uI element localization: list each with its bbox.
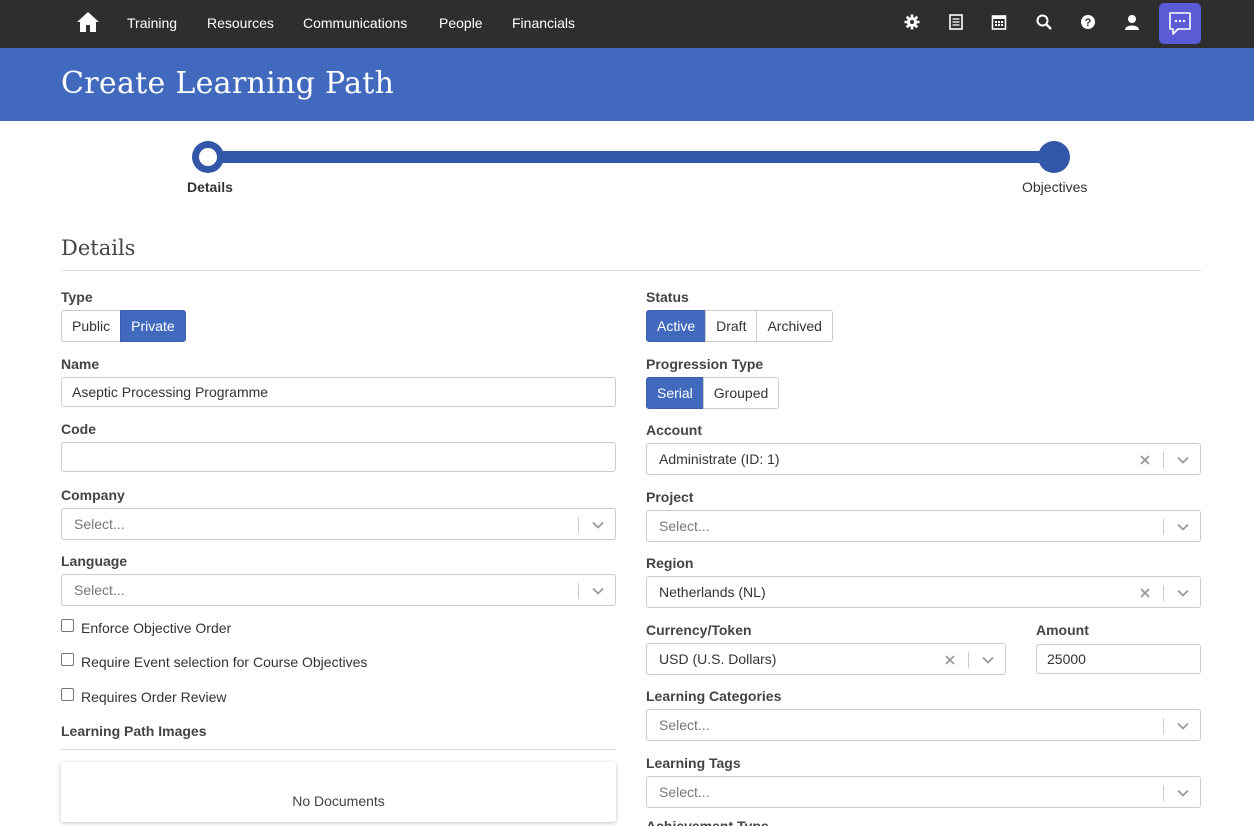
order-review-label: Requires Order Review — [81, 689, 227, 705]
status-active-button[interactable]: Active — [646, 310, 707, 342]
project-select[interactable]: Select... — [646, 510, 1201, 542]
chevron-down-icon[interactable] — [1176, 586, 1190, 600]
amount-input[interactable] — [1036, 644, 1201, 674]
stepper-track — [208, 151, 1054, 163]
categories-label: Learning Categories — [646, 688, 782, 704]
top-nav: Training Resources Communications People… — [0, 0, 1254, 48]
page-title: Create Learning Path — [61, 66, 395, 101]
step-details-label[interactable]: Details — [187, 179, 233, 195]
language-select[interactable]: Select... — [61, 574, 616, 606]
clear-icon[interactable] — [943, 653, 957, 667]
region-value: Netherlands (NL) — [659, 584, 766, 600]
tags-placeholder: Select... — [659, 784, 710, 800]
type-label: Type — [61, 289, 93, 305]
name-label: Name — [61, 356, 100, 372]
nav-financials[interactable]: Financials — [512, 15, 575, 31]
select-separator — [1163, 585, 1164, 601]
select-separator — [968, 652, 969, 668]
select-separator — [1163, 452, 1164, 468]
currency-select[interactable]: USD (U.S. Dollars) — [646, 643, 1006, 675]
step-objectives-label[interactable]: Objectives — [1022, 179, 1087, 195]
company-select[interactable]: Select... — [61, 508, 616, 540]
progression-label: Progression Type — [646, 356, 764, 372]
enforce-order-checkbox[interactable] — [61, 619, 74, 632]
chat-button[interactable] — [1159, 3, 1201, 44]
progression-serial-button[interactable]: Serial — [646, 377, 704, 409]
home-icon[interactable] — [76, 10, 100, 34]
step-details-marker[interactable] — [192, 141, 224, 173]
type-private-button[interactable]: Private — [120, 310, 186, 342]
account-value: Administrate (ID: 1) — [659, 451, 780, 467]
project-placeholder: Select... — [659, 518, 710, 534]
chevron-down-icon[interactable] — [591, 518, 605, 532]
nav-resources[interactable]: Resources — [207, 15, 274, 31]
step-objectives-marker[interactable] — [1038, 141, 1070, 173]
require-event-label: Require Event selection for Course Objec… — [81, 654, 368, 670]
type-toggle: Public Private — [61, 310, 186, 342]
select-separator — [578, 517, 579, 533]
status-draft-button[interactable]: Draft — [705, 310, 758, 342]
code-label: Code — [61, 421, 96, 437]
select-separator — [1163, 519, 1164, 535]
select-separator — [578, 583, 579, 599]
calendar-icon[interactable] — [990, 13, 1008, 31]
chat-icon — [1169, 12, 1191, 35]
user-icon[interactable] — [1123, 13, 1141, 31]
language-placeholder: Select... — [74, 582, 125, 598]
chevron-down-icon[interactable] — [981, 653, 995, 667]
currency-value: USD (U.S. Dollars) — [659, 651, 777, 667]
svg-text:?: ? — [1085, 17, 1092, 29]
tags-label: Learning Tags — [646, 755, 741, 771]
chevron-down-icon[interactable] — [1176, 453, 1190, 467]
images-label: Learning Path Images — [61, 723, 207, 739]
chevron-down-icon[interactable] — [1176, 719, 1190, 733]
account-label: Account — [646, 422, 702, 438]
chevron-down-icon[interactable] — [591, 584, 605, 598]
project-label: Project — [646, 489, 694, 505]
select-separator — [1163, 718, 1164, 734]
gear-icon[interactable] — [903, 13, 921, 31]
company-label: Company — [61, 487, 125, 503]
achievement-label: Achievement Type — [646, 818, 769, 826]
status-label: Status — [646, 289, 689, 305]
search-icon[interactable] — [1035, 13, 1053, 31]
tags-select[interactable]: Select... — [646, 776, 1201, 808]
code-input[interactable] — [61, 442, 616, 472]
select-separator — [1163, 785, 1164, 801]
region-label: Region — [646, 555, 694, 571]
section-divider — [61, 270, 1201, 271]
clear-icon[interactable] — [1138, 453, 1152, 467]
help-icon[interactable]: ? — [1079, 13, 1097, 31]
require-event-checkbox[interactable] — [61, 653, 74, 666]
nav-people[interactable]: People — [439, 15, 483, 31]
progression-toggle: Serial Grouped — [646, 377, 780, 409]
list-icon[interactable] — [947, 13, 965, 31]
language-label: Language — [61, 553, 128, 569]
categories-select[interactable]: Select... — [646, 709, 1201, 741]
nav-communications[interactable]: Communications — [303, 15, 407, 31]
amount-label: Amount — [1036, 622, 1089, 638]
company-placeholder: Select... — [74, 516, 125, 532]
no-documents-text: No Documents — [292, 793, 385, 809]
documents-panel: No Documents — [61, 762, 616, 822]
images-divider — [61, 749, 616, 750]
clear-icon[interactable] — [1138, 586, 1152, 600]
currency-label: Currency/Token — [646, 622, 752, 638]
account-select[interactable]: Administrate (ID: 1) — [646, 443, 1201, 475]
type-public-button[interactable]: Public — [61, 310, 122, 342]
enforce-order-label: Enforce Objective Order — [81, 620, 232, 636]
chevron-down-icon[interactable] — [1176, 520, 1190, 534]
categories-placeholder: Select... — [659, 717, 710, 733]
region-select[interactable]: Netherlands (NL) — [646, 576, 1201, 608]
nav-training[interactable]: Training — [127, 15, 177, 31]
status-archived-button[interactable]: Archived — [756, 310, 833, 342]
name-input[interactable] — [61, 377, 616, 407]
chevron-down-icon[interactable] — [1176, 786, 1190, 800]
progression-grouped-button[interactable]: Grouped — [702, 377, 780, 409]
section-title: Details — [61, 236, 136, 260]
status-toggle: Active Draft Archived — [646, 310, 833, 342]
order-review-checkbox[interactable] — [61, 688, 74, 701]
page-header: Create Learning Path — [0, 48, 1254, 121]
